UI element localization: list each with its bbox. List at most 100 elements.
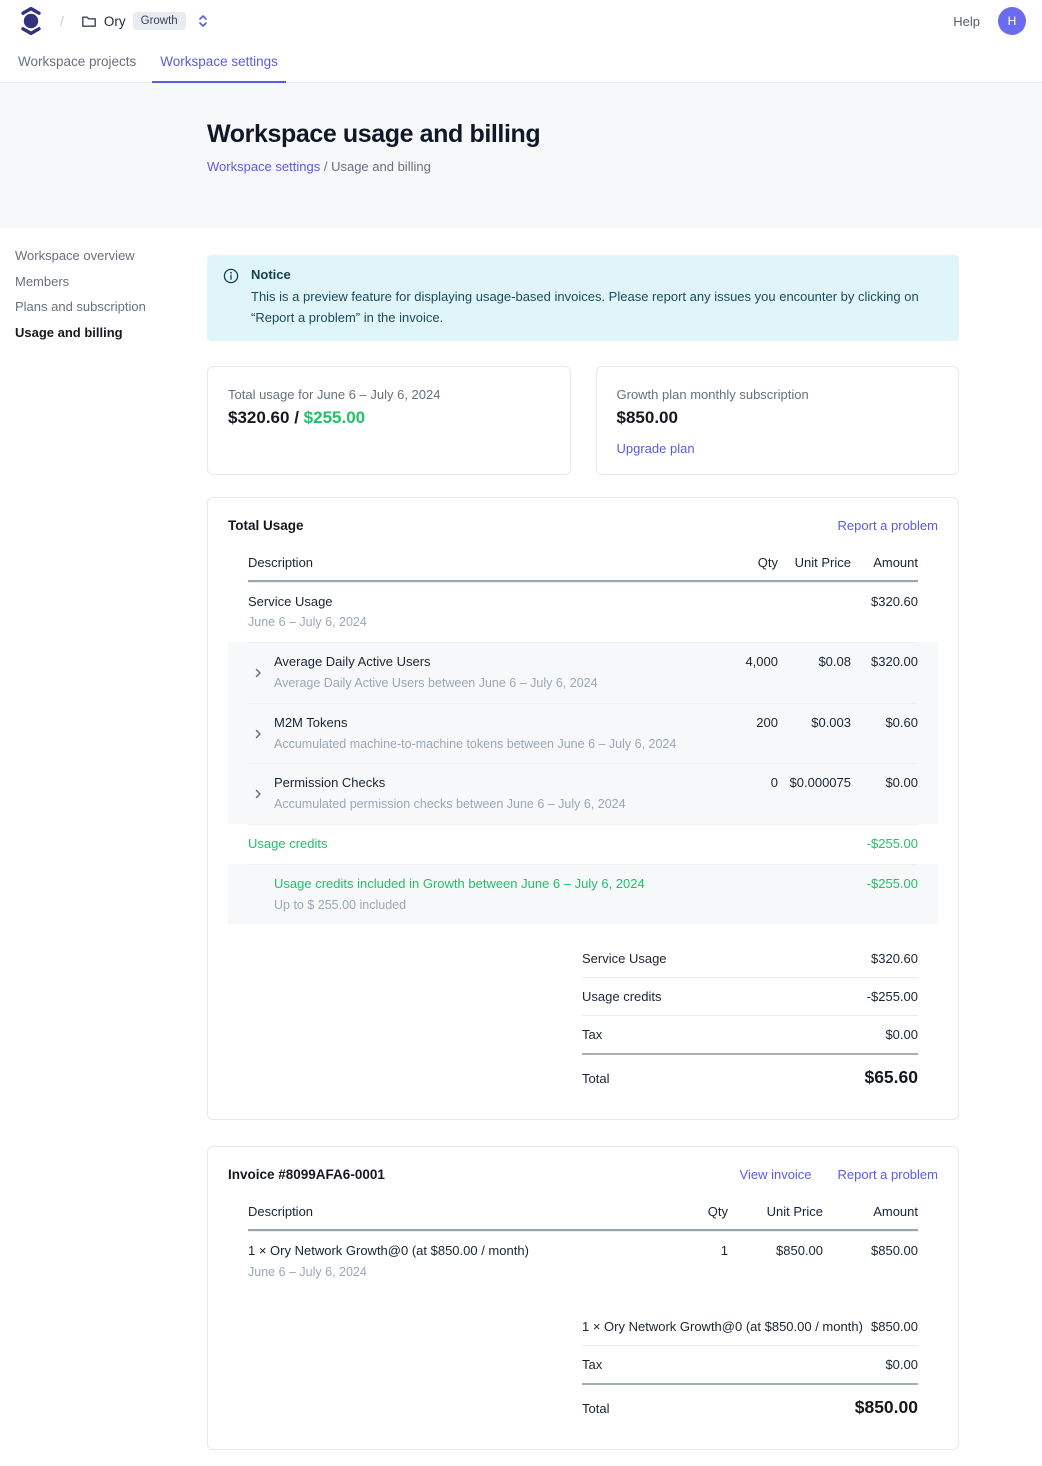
row-amount: $850.00 — [823, 1242, 918, 1282]
workspace-switcher[interactable]: Ory Growth — [81, 12, 209, 30]
view-invoice-link[interactable]: View invoice — [740, 1167, 812, 1182]
chevron-right-icon[interactable] — [252, 788, 264, 800]
sidebar-item-plans-subscription[interactable]: Plans and subscription — [15, 300, 207, 313]
invoice-panel: Invoice #8099AFA6-0001 View invoice Repo… — [207, 1146, 959, 1450]
workspace-tabbar: Workspace projects Workspace settings — [0, 42, 1042, 83]
sidebar-item-usage-billing[interactable]: Usage and billing — [15, 326, 207, 339]
plan-subscription-card: Growth plan monthly subscription $850.00… — [596, 366, 960, 475]
table-row: Permission Checks Accumulated permission… — [248, 763, 918, 824]
usage-separator: / — [294, 408, 299, 427]
summary-row: Tax $0.00 — [582, 1016, 918, 1055]
topbar-right: Help H — [953, 7, 1026, 35]
summary-row: Service Usage $320.60 — [582, 940, 918, 978]
row-subtitle: Average Daily Active Users between June … — [274, 674, 696, 693]
row-subtitle: Up to $ 255.00 included — [274, 896, 696, 915]
tab-workspace-settings[interactable]: Workspace settings — [152, 42, 286, 83]
col-qty: Qty — [708, 555, 778, 570]
usage-panel-header: Total Usage Report a problem — [228, 518, 938, 533]
row-unit-price: $850.00 — [728, 1242, 823, 1282]
row-amount: -$255.00 — [851, 835, 918, 854]
page-header: Workspace usage and billing Workspace se… — [0, 83, 1042, 228]
summary-row: 1 × Ory Network Growth@0 (at $850.00 / m… — [582, 1308, 918, 1346]
total-usage-panel: Total Usage Report a problem Description… — [207, 497, 959, 1121]
row-unit-price — [778, 593, 851, 633]
summary-label: 1 × Ory Network Growth@0 (at $850.00 / m… — [582, 1319, 863, 1334]
row-amount: -$255.00 — [851, 875, 918, 915]
summary-total-row: Total $850.00 — [582, 1385, 918, 1429]
folder-icon — [81, 13, 97, 29]
sidebar-item-workspace-overview[interactable]: Workspace overview — [15, 249, 207, 262]
notice-text: Notice This is a preview feature for dis… — [251, 267, 941, 329]
table-row: Usage credits included in Growth between… — [248, 864, 918, 925]
summary-total-value: $850.00 — [855, 1397, 918, 1418]
summary-label: Tax — [582, 1357, 602, 1372]
plan-label: Growth plan monthly subscription — [617, 387, 939, 402]
row-subtitle: Accumulated permission checks between Ju… — [274, 795, 696, 814]
row-unit-price: $0.08 — [778, 653, 851, 693]
summary-label: Total — [582, 1071, 609, 1086]
summary-label: Usage credits — [582, 989, 661, 1004]
table-row: Average Daily Active Users Average Daily… — [248, 642, 918, 703]
upgrade-plan-link[interactable]: Upgrade plan — [617, 441, 695, 456]
row-title: 1 × Ory Network Growth@0 (at $850.00 / m… — [248, 1242, 656, 1261]
col-unit-price: Unit Price — [778, 555, 851, 570]
row-title: M2M Tokens — [274, 714, 696, 733]
row-title: Usage credits included in Growth between… — [274, 875, 696, 894]
breadcrumb-separator: / — [60, 13, 64, 29]
usage-summary: Service Usage $320.60 Usage credits -$25… — [582, 940, 918, 1099]
help-link[interactable]: Help — [953, 14, 980, 29]
tab-workspace-projects[interactable]: Workspace projects — [10, 42, 144, 83]
total-usage-card: Total usage for June 6 – July 6, 2024 $3… — [207, 366, 571, 475]
chevron-right-icon[interactable] — [252, 728, 264, 740]
breadcrumb-current: Usage and billing — [331, 159, 431, 174]
notice-body: This is a preview feature for displaying… — [251, 287, 941, 329]
table-row: Service Usage June 6 – July 6, 2024 $320… — [248, 582, 918, 643]
top-bar: / Ory Growth Help H — [0, 0, 1042, 42]
summary-total-value: $65.60 — [864, 1067, 918, 1088]
row-qty: 1 — [668, 1242, 728, 1282]
ory-logo-icon[interactable] — [20, 7, 42, 35]
usage-table-header: Description Qty Unit Price Amount — [248, 547, 918, 582]
settings-sidebar: Workspace overview Members Plans and sub… — [0, 228, 207, 1466]
summary-value: $0.00 — [885, 1027, 918, 1042]
usage-report-problem-link[interactable]: Report a problem — [838, 518, 938, 533]
summary-value: $850.00 — [871, 1319, 918, 1334]
plan-price: $850.00 — [617, 408, 939, 428]
summary-label: Total — [582, 1401, 609, 1416]
invoice-table-header: Description Qty Unit Price Amount — [248, 1196, 918, 1231]
table-row: 1 × Ory Network Growth@0 (at $850.00 / m… — [248, 1231, 918, 1292]
breadcrumb: Workspace settings / Usage and billing — [207, 159, 1042, 174]
summary-cards: Total usage for June 6 – July 6, 2024 $3… — [207, 366, 959, 475]
row-title: Service Usage — [248, 593, 696, 612]
invoice-panel-header: Invoice #8099AFA6-0001 View invoice Repo… — [228, 1167, 938, 1182]
info-icon — [223, 268, 239, 329]
usage-table: Description Qty Unit Price Amount Servic… — [248, 547, 918, 925]
page-title: Workspace usage and billing — [207, 120, 1042, 149]
invoice-panel-title: Invoice #8099AFA6-0001 — [228, 1167, 385, 1182]
main-area: Workspace overview Members Plans and sub… — [0, 228, 1042, 1466]
avatar[interactable]: H — [998, 7, 1026, 35]
plan-badge: Growth — [133, 12, 186, 30]
row-qty — [708, 593, 778, 633]
col-amount: Amount — [851, 555, 918, 570]
invoice-report-problem-link[interactable]: Report a problem — [838, 1167, 938, 1182]
total-usage-value: $320.60 / $255.00 — [228, 408, 550, 428]
row-unit-price: $0.003 — [778, 714, 851, 754]
row-qty — [708, 835, 778, 854]
summary-value: $320.60 — [871, 951, 918, 966]
breadcrumb-separator: / — [324, 159, 331, 174]
breadcrumb-settings-link[interactable]: Workspace settings — [207, 159, 320, 174]
row-subtitle: Accumulated machine-to-machine tokens be… — [274, 735, 696, 754]
table-row: Usage credits -$255.00 — [248, 824, 918, 864]
row-amount: $320.60 — [851, 593, 918, 633]
row-qty — [708, 875, 778, 915]
row-qty: 200 — [708, 714, 778, 754]
sidebar-item-members[interactable]: Members — [15, 275, 207, 288]
col-qty: Qty — [668, 1204, 728, 1219]
chevron-right-icon[interactable] — [252, 667, 264, 679]
row-title: Average Daily Active Users — [274, 653, 696, 672]
invoice-table: Description Qty Unit Price Amount 1 × Or… — [248, 1196, 918, 1292]
row-amount: $320.00 — [851, 653, 918, 693]
col-amount: Amount — [823, 1204, 918, 1219]
chevron-updown-icon[interactable] — [197, 14, 209, 28]
